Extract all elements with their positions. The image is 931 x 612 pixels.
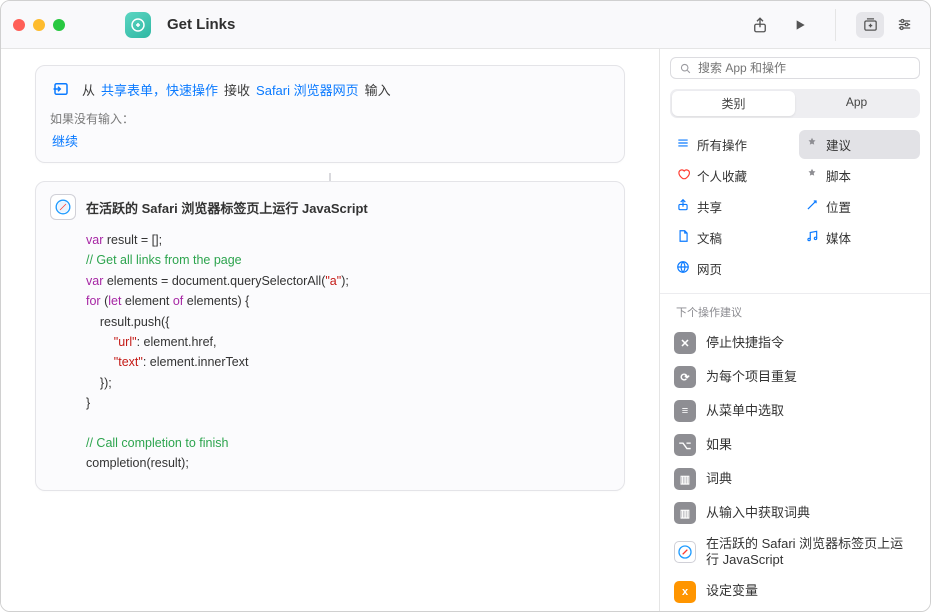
category-建议[interactable]: 建议: [799, 130, 920, 159]
receive-suffix: 输入: [365, 80, 391, 99]
category-网页[interactable]: 网页: [670, 254, 791, 283]
category-icon: [676, 136, 690, 153]
category-grid: 所有操作 建议个人收藏 脚本共享 位置文稿 媒体网页: [660, 126, 930, 294]
category-媒体[interactable]: 媒体: [799, 223, 920, 252]
suggestions-header: 下个操作建议: [660, 294, 930, 326]
no-input-label: 如果没有输入：: [50, 110, 610, 127]
category-label: 文稿: [697, 228, 722, 247]
receive-row: 从 共享表单，快速操作 接收 Safari 浏览器网页 输入: [50, 78, 610, 100]
category-label: 脚本: [826, 166, 851, 185]
suggestion-icon: ✕: [674, 332, 696, 354]
suggestion-item[interactable]: ✕ 停止快捷指令: [660, 326, 930, 360]
suggestion-label: 在活跃的 Safari 浏览器标签页上运行 JavaScript: [706, 536, 916, 569]
suggestion-icon: ▥: [674, 502, 696, 524]
category-label: 位置: [826, 197, 851, 216]
category-label: 共享: [697, 197, 722, 216]
category-所有操作[interactable]: 所有操作: [670, 130, 791, 159]
category-icon: [676, 229, 690, 246]
category-label: 个人收藏: [697, 166, 747, 185]
segment-category[interactable]: 类别: [672, 91, 795, 116]
category-icon: [676, 167, 690, 184]
search-icon: [679, 62, 692, 75]
category-label: 媒体: [826, 228, 851, 247]
settings-toggle-button[interactable]: [890, 12, 918, 38]
category-文稿[interactable]: 文稿: [670, 223, 791, 252]
javascript-code-editor[interactable]: var result = []; // Get all links from t…: [36, 226, 624, 490]
safari-icon: [50, 194, 76, 220]
input-icon: [50, 78, 72, 100]
segment-app[interactable]: App: [795, 91, 918, 116]
search-field[interactable]: [670, 57, 920, 79]
sidebar-tools: [856, 12, 918, 38]
receive-verb: 接收: [224, 80, 250, 99]
window-body: 从 共享表单，快速操作 接收 Safari 浏览器网页 输入 如果没有输入： 继…: [1, 49, 930, 611]
suggestions-list: ✕ 停止快捷指令 ⟳ 为每个项目重复 ≡ 从菜单中选取 ⌥ 如果 ▥ 词典 ▥ 从输入中获取词典在活跃…: [660, 326, 930, 611]
app-window: Get Links: [0, 0, 931, 612]
action-title: 在活跃的 Safari 浏览器标签页上运行 JavaScript: [86, 198, 368, 217]
category-icon: [676, 260, 690, 277]
category-共享[interactable]: 共享: [670, 192, 791, 221]
connector: [329, 173, 331, 181]
minimize-icon[interactable]: [33, 19, 45, 31]
action-header: 在活跃的 Safari 浏览器标签页上运行 JavaScript: [36, 182, 624, 226]
suggestion-item[interactable]: ⟳ 为每个项目重复: [660, 360, 930, 394]
category-位置[interactable]: 位置: [799, 192, 920, 221]
suggestion-label: 从菜单中选取: [706, 403, 916, 419]
workflow-canvas[interactable]: 从 共享表单，快速操作 接收 Safari 浏览器网页 输入 如果没有输入： 继…: [1, 49, 659, 611]
category-icon: [805, 229, 819, 246]
titlebar-divider: [835, 9, 836, 41]
category-app-segment[interactable]: 类别 App: [670, 89, 920, 118]
suggestion-item[interactable]: ▥ 从输入中获取词典: [660, 496, 930, 530]
suggestion-item[interactable]: ▥ 词典: [660, 462, 930, 496]
suggestion-icon: ≡: [674, 400, 696, 422]
window-title: Get Links: [167, 16, 235, 33]
category-icon: [805, 167, 819, 184]
suggestion-item[interactable]: x 设定变量: [660, 575, 930, 609]
suggestion-icon: ⟳: [674, 366, 696, 388]
no-input-value[interactable]: 继续: [50, 131, 610, 150]
category-icon: [805, 198, 819, 215]
suggestion-label: 为每个项目重复: [706, 369, 916, 385]
category-icon: [676, 198, 690, 215]
suggestion-item[interactable]: ≣合并文本: [660, 609, 930, 612]
actions-sidebar: 类别 App 所有操作 建议个人收藏 脚本共享 位置文稿 媒体网页 下个操作建议 ✕ 停止…: [659, 49, 930, 611]
run-button[interactable]: [785, 10, 815, 40]
titlebar: Get Links: [1, 1, 930, 49]
category-label: 所有操作: [697, 135, 747, 154]
library-toggle-button[interactable]: [856, 12, 884, 38]
search-wrap: [660, 49, 930, 85]
suggestion-label: 停止快捷指令: [706, 335, 916, 351]
category-脚本[interactable]: 脚本: [799, 161, 920, 190]
receive-input-card[interactable]: 从 共享表单，快速操作 接收 Safari 浏览器网页 输入 如果没有输入： 继…: [35, 65, 625, 163]
receive-source-token[interactable]: 共享表单，快速操作: [101, 80, 218, 99]
suggestion-icon: [674, 541, 696, 563]
suggestion-item[interactable]: ≡ 从菜单中选取: [660, 394, 930, 428]
run-javascript-card[interactable]: 在活跃的 Safari 浏览器标签页上运行 JavaScript var res…: [35, 181, 625, 491]
category-label: 建议: [826, 135, 851, 154]
suggestion-item[interactable]: ⌥ 如果: [660, 428, 930, 462]
receive-prefix: 从: [82, 80, 95, 99]
shortcut-icon: [125, 12, 151, 38]
traffic-lights: [13, 19, 65, 31]
suggestion-icon: ▥: [674, 468, 696, 490]
category-个人收藏[interactable]: 个人收藏: [670, 161, 791, 190]
suggestion-label: 词典: [706, 471, 916, 487]
category-label: 网页: [697, 259, 722, 278]
close-icon[interactable]: [13, 19, 25, 31]
receive-type-token[interactable]: Safari 浏览器网页: [256, 80, 359, 99]
share-button[interactable]: [745, 10, 775, 40]
search-input[interactable]: [698, 61, 911, 75]
suggestion-label: 如果: [706, 437, 916, 453]
suggestion-icon: x: [674, 581, 696, 603]
suggestion-item[interactable]: 在活跃的 Safari 浏览器标签页上运行 JavaScript: [660, 530, 930, 575]
category-icon: [805, 136, 819, 153]
suggestion-icon: ⌥: [674, 434, 696, 456]
suggestion-label: 从输入中获取词典: [706, 505, 916, 521]
maximize-icon[interactable]: [53, 19, 65, 31]
suggestion-label: 设定变量: [706, 583, 916, 599]
